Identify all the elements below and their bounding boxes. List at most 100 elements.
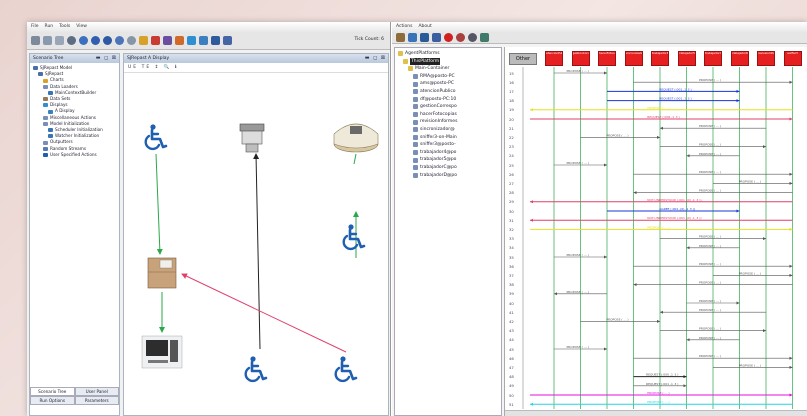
menu-file[interactable]: File: [31, 24, 39, 30]
agent-list-item[interactable]: sniffer3@posto-: [398, 141, 498, 149]
message-label: PROPOSE ( ... ): [699, 262, 721, 266]
disk-icon[interactable]: [420, 33, 429, 42]
message-arrowhead: [604, 255, 607, 259]
settings-icon[interactable]: [55, 36, 64, 45]
tab-parameters[interactable]: Parameters: [74, 396, 119, 405]
message-label: PROPOSE ( ... ): [606, 317, 628, 321]
tab-run-options[interactable]: Run Options: [30, 396, 75, 405]
message-label: PROPOSE ( ... ): [699, 336, 721, 340]
agent-list-item[interactable]: trabajador4@po: [398, 149, 498, 157]
message-label: PROPOSE ( ... ): [647, 106, 669, 110]
wheelchair-agent-icon[interactable]: [334, 356, 358, 383]
message-arrowhead: [736, 99, 740, 103]
message-row-number: 47: [509, 364, 514, 370]
message-label: PROPOSE ( ... ): [647, 225, 669, 229]
filter-icon[interactable]: [480, 33, 489, 42]
tree-node-icon: [38, 72, 43, 77]
globe-icon[interactable]: [187, 36, 196, 45]
message-arrowhead: [686, 154, 690, 158]
menu-view[interactable]: View: [76, 24, 87, 30]
tick-count: Tick Count: 6: [354, 37, 384, 42]
menu-about[interactable]: About: [418, 24, 431, 30]
wheelchair-agent-icon[interactable]: [244, 356, 268, 383]
tree-platform[interactable]: ThisPlatform: [398, 57, 498, 66]
message-label: PROPOSE ( ... ): [699, 170, 721, 174]
grid-icon[interactable]: [151, 36, 160, 45]
mail-package-icon[interactable]: [147, 257, 177, 289]
repast-menubar: File Run Tools View: [27, 22, 390, 32]
agent-name: gestionCorrespo: [420, 104, 457, 110]
film-icon[interactable]: [211, 36, 220, 45]
monitor-icon[interactable]: [223, 36, 232, 45]
message-arrowhead: [789, 356, 793, 360]
window-controls-icon[interactable]: ▬ ◻ ⊠: [96, 55, 117, 61]
open-icon[interactable]: [43, 36, 52, 45]
stop-icon[interactable]: [103, 36, 112, 45]
tree-node-icon: [48, 134, 53, 139]
home-icon[interactable]: [175, 36, 184, 45]
reset-icon[interactable]: [127, 36, 136, 45]
agent-display-canvas[interactable]: [124, 74, 388, 416]
message-row-number: 15: [509, 70, 514, 76]
open-icon[interactable]: [396, 33, 405, 42]
save-icon[interactable]: [31, 36, 40, 45]
computer-icon[interactable]: [141, 335, 183, 369]
agent-list-item[interactable]: trabajadorD@po: [398, 172, 498, 180]
wheelchair-agent-icon[interactable]: [144, 124, 168, 151]
message-row-number: 37: [509, 272, 514, 278]
clear-icon[interactable]: [468, 33, 477, 42]
message-label: PROPOSE ( ... ): [699, 281, 721, 285]
menu-run[interactable]: Run: [45, 24, 54, 30]
photocopier-icon[interactable]: [239, 123, 265, 153]
horizontal-scrollbar[interactable]: [505, 410, 807, 416]
message-arrowhead: [604, 163, 607, 167]
agent-list-item[interactable]: atencionPublico: [398, 88, 498, 96]
display-toolbar[interactable]: UE TE ↕ 🔍 ℹ: [124, 63, 388, 73]
tree-container[interactable]: Main-Container: [398, 65, 498, 73]
save-icon[interactable]: [408, 33, 417, 42]
agent-name: trabajador5@po: [420, 157, 457, 163]
message-label: PROPOSE ( ... ): [567, 69, 589, 73]
message-label: PROPOSE ( ... ): [699, 124, 721, 128]
play-icon[interactable]: [79, 36, 88, 45]
record-icon[interactable]: [444, 33, 453, 42]
sequence-diagram[interactable]: Other atencionPublicogestionCorresponden…: [504, 47, 807, 416]
export-icon[interactable]: [432, 33, 441, 42]
layer-icon[interactable]: [163, 36, 172, 45]
initialize-icon[interactable]: [67, 36, 76, 45]
agent-list-item[interactable]: sniffer3-on-Main: [398, 134, 498, 142]
message-label: PROPOSE ( ... ): [699, 78, 721, 82]
message-row-number: 27: [509, 180, 514, 186]
stop-sniff-icon[interactable]: [456, 33, 465, 42]
message-row-number: 22: [509, 134, 514, 140]
message-arrowhead: [736, 89, 740, 93]
message-row-number: 30: [509, 208, 514, 214]
message-label: PROPOSE ( ... ): [699, 244, 721, 248]
agent-list-item[interactable]: sincronizador@: [398, 126, 498, 134]
menu-actions[interactable]: Actions: [396, 24, 412, 30]
agent-list-item[interactable]: trabajador5@po: [398, 156, 498, 164]
display-window-controls-icon[interactable]: ▬ ◻ ⊠: [365, 55, 386, 61]
message-row-number: 26: [509, 171, 514, 177]
pause-icon[interactable]: [115, 36, 124, 45]
menu-tools[interactable]: Tools: [59, 24, 70, 30]
agent-list: RMA@posto-PC ams@posto-PC atencionPublico d…: [398, 73, 498, 179]
agent-list-item[interactable]: hacerFotocopias: [398, 111, 498, 119]
tab-scenario-tree[interactable]: Scenario Tree: [30, 387, 75, 396]
agent-list-item[interactable]: ams@posto-PC: [398, 80, 498, 88]
agent-name: sincronizador@: [420, 126, 455, 132]
agent-list-item[interactable]: RMA@posto-PC: [398, 73, 498, 81]
picture-icon[interactable]: [199, 36, 208, 45]
step-icon[interactable]: [91, 36, 100, 45]
chart-icon[interactable]: [139, 36, 148, 45]
wheelchair-agent-icon[interactable]: [342, 224, 366, 251]
reception-desk-icon[interactable]: [333, 123, 379, 153]
agent-list-item[interactable]: df@posto-PC:10: [398, 96, 498, 104]
agent-list-item[interactable]: gestionCorrespo: [398, 103, 498, 111]
tab-user-panel[interactable]: User Panel: [74, 387, 119, 396]
agent-list-item[interactable]: trabajadorC@po: [398, 164, 498, 172]
tree-root[interactable]: AgentPlatforms: [398, 50, 498, 58]
scenario-tree-item[interactable]: User Specified Actions: [33, 152, 116, 158]
agent-list-item[interactable]: revisionInformes: [398, 118, 498, 126]
scenario-tree-title-bar: Scenario Tree ▬ ◻ ⊠: [30, 54, 119, 63]
